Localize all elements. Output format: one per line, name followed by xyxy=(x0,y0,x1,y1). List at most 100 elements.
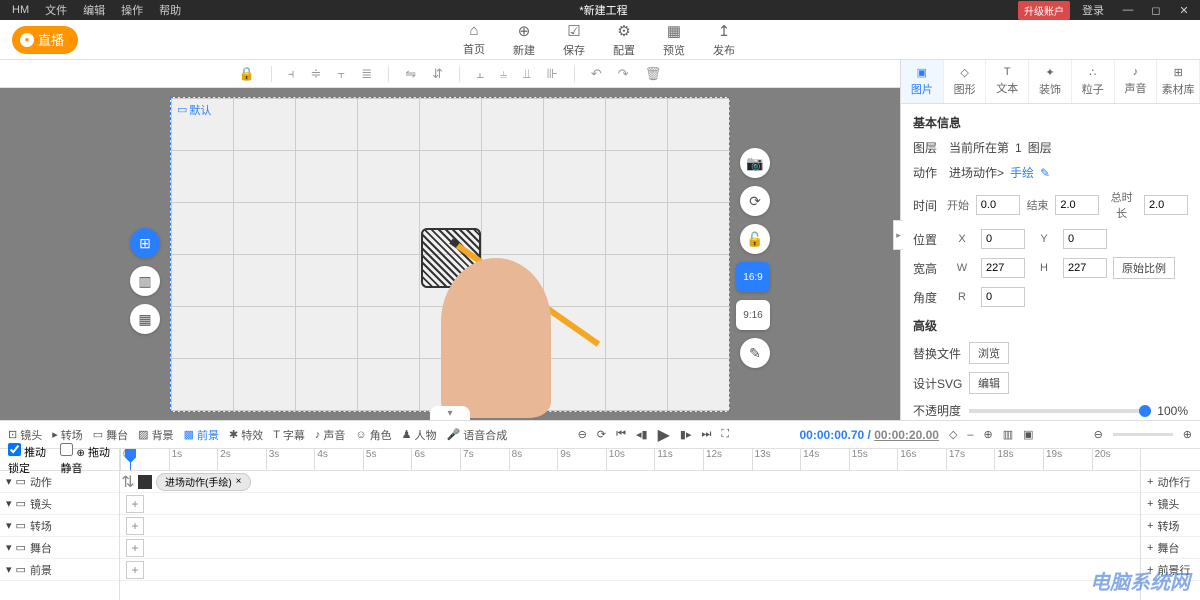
minimize-icon[interactable]: — xyxy=(1116,4,1140,16)
maximize-icon[interactable]: ◻ xyxy=(1144,4,1168,17)
edit-svg-button[interactable]: 编辑 xyxy=(969,372,1009,394)
align-middle-icon[interactable]: ⫨ xyxy=(500,66,507,82)
tl-tab-特效[interactable]: ✱特效 xyxy=(229,427,263,443)
add-track-4[interactable]: +前景行 xyxy=(1141,559,1200,581)
track-camera[interactable]: + xyxy=(120,493,1140,515)
main-tool-5[interactable]: ↥发布 xyxy=(713,22,735,58)
flip-h-icon[interactable]: ⇋ xyxy=(405,66,416,82)
tl-tab-镜头[interactable]: ⊡镜头 xyxy=(8,427,42,443)
track-label-2[interactable]: ▾▭转场 xyxy=(0,515,119,537)
main-tool-0[interactable]: ⌂首页 xyxy=(463,22,485,58)
layout-button[interactable]: ▥ xyxy=(130,266,160,296)
insp-tab-素材库[interactable]: ⊞素材库 xyxy=(1157,60,1200,103)
insp-tab-声音[interactable]: ♪声音 xyxy=(1115,60,1158,103)
lock-button[interactable]: 🔓 xyxy=(740,224,770,254)
align-right-icon[interactable]: ⫟ xyxy=(337,66,345,82)
zoom-slider[interactable] xyxy=(1113,433,1173,436)
insp-tab-图形[interactable]: ◇图形 xyxy=(944,60,987,103)
login-button[interactable]: 登录 xyxy=(1074,2,1112,18)
flip-v-icon[interactable]: ⇵ xyxy=(432,66,443,82)
track-handle-icon[interactable]: ⇅ xyxy=(120,472,136,492)
add-track-1[interactable]: +镜头 xyxy=(1141,493,1200,515)
menu-help[interactable]: 帮助 xyxy=(151,2,189,18)
edit-action-icon[interactable]: ✎ xyxy=(1040,166,1050,180)
skip-end-icon[interactable]: ⏭ xyxy=(701,428,711,441)
main-tool-2[interactable]: ☑保存 xyxy=(563,22,585,58)
aspect-9-16-button[interactable]: 9:16 xyxy=(736,300,770,330)
track-label-3[interactable]: ▾▭舞台 xyxy=(0,537,119,559)
rotate-button[interactable]: ⟳ xyxy=(740,186,770,216)
camera-button[interactable]: 📷 xyxy=(740,148,770,178)
zoom-out-icon[interactable]: ⊖ xyxy=(1094,428,1103,441)
timeline-ruler[interactable]: 0s1s2s3s4s5s6s7s8s9s10s11s12s13s14s15s16… xyxy=(120,449,1140,471)
track-foreground[interactable]: + xyxy=(120,559,1140,581)
undo-icon[interactable]: ↶ xyxy=(591,66,602,82)
align-center-h-icon[interactable]: ≑ xyxy=(310,66,321,82)
add-clip-button[interactable]: + xyxy=(126,495,144,513)
menu-file[interactable]: 文件 xyxy=(37,2,75,18)
reset-size-button[interactable]: 原始比例 xyxy=(1113,257,1175,279)
lock-icon[interactable]: 🔒 xyxy=(239,66,255,82)
browse-button[interactable]: 浏览 xyxy=(969,342,1009,364)
export-icon[interactable]: ▣ xyxy=(1023,428,1033,441)
collapse-handle[interactable]: ▾ xyxy=(430,406,470,420)
canvas-workspace[interactable]: ▭ 默认 ⊞ ▥ ▦ 📷 ⟳ 🔓 16:9 9:16 ✎ ▾ xyxy=(0,88,900,420)
distribute-icon[interactable]: ⊪ xyxy=(547,66,558,82)
opacity-slider[interactable] xyxy=(969,409,1151,413)
pos-x-input[interactable] xyxy=(981,229,1025,249)
tl-tab-字幕[interactable]: T字幕 xyxy=(273,427,305,443)
insp-tab-图片[interactable]: ▣图片 xyxy=(901,60,944,103)
upgrade-button[interactable]: 升级账户 xyxy=(1018,1,1070,20)
insp-tab-文本[interactable]: T文本 xyxy=(986,60,1029,103)
main-tool-4[interactable]: ▦预览 xyxy=(663,22,685,58)
redo-icon[interactable]: ↷ xyxy=(618,66,629,82)
track-label-1[interactable]: ▾▭镜头 xyxy=(0,493,119,515)
marker-icon[interactable]: ◇ xyxy=(949,428,957,441)
fullscreen-icon[interactable]: ⛶ xyxy=(721,428,729,441)
template-button[interactable]: ▦ xyxy=(130,304,160,334)
track-stage[interactable]: + xyxy=(120,537,1140,559)
drag-mute-checkbox[interactable]: ⊕ 拖动静音 xyxy=(60,443,111,476)
track-label-4[interactable]: ▾▭前景 xyxy=(0,559,119,581)
add-track-0[interactable]: +动作行 xyxy=(1141,471,1200,493)
time-start-input[interactable] xyxy=(976,195,1020,215)
tl-tab-声音[interactable]: ♪声音 xyxy=(315,427,346,443)
lock-scroll-checkbox[interactable]: 推动锁定 xyxy=(8,443,50,476)
timeline-clip[interactable]: 进场动作(手绘) × xyxy=(156,473,251,491)
add-clip-button[interactable]: + xyxy=(126,539,144,557)
aspect-16-9-button[interactable]: 16:9 xyxy=(736,262,770,292)
width-input[interactable] xyxy=(981,258,1025,278)
main-tool-3[interactable]: ⚙配置 xyxy=(613,22,635,58)
zoom-in-icon[interactable]: ⊕ xyxy=(1183,428,1192,441)
add-track-3[interactable]: +舞台 xyxy=(1141,537,1200,559)
angle-input[interactable] xyxy=(981,287,1025,307)
grid-toggle-button[interactable]: ⊞ xyxy=(130,228,160,258)
add-track-2[interactable]: +转场 xyxy=(1141,515,1200,537)
insp-tab-装饰[interactable]: ✦装饰 xyxy=(1029,60,1072,103)
insp-tab-粒子[interactable]: ∴粒子 xyxy=(1072,60,1115,103)
align-top-icon[interactable]: ⫠ xyxy=(476,66,484,82)
add-clip-button[interactable]: + xyxy=(126,517,144,535)
add-marker-icon[interactable]: ⊕ xyxy=(984,428,993,441)
panel-collapse-button[interactable]: ▸ xyxy=(893,220,903,250)
align-bottom-icon[interactable]: ⫫ xyxy=(523,66,530,82)
tl-tab-转场[interactable]: ▸转场 xyxy=(52,427,83,443)
time-total-input[interactable] xyxy=(1144,195,1188,215)
close-icon[interactable]: ✕ xyxy=(1172,4,1196,17)
tl-tab-背景[interactable]: ▨背景 xyxy=(138,427,173,443)
step-fwd-icon[interactable]: ▮▸ xyxy=(680,428,692,441)
menu-edit[interactable]: 编辑 xyxy=(75,2,113,18)
menu-operate[interactable]: 操作 xyxy=(113,2,151,18)
align-justify-icon[interactable]: ≣ xyxy=(361,66,372,82)
playhead[interactable] xyxy=(130,449,131,470)
time-end-input[interactable] xyxy=(1055,195,1099,215)
stage[interactable]: ▭ 默认 xyxy=(170,97,730,412)
height-input[interactable] xyxy=(1063,258,1107,278)
live-button[interactable]: ● 直播 xyxy=(12,26,78,54)
add-clip-button[interactable]: + xyxy=(126,561,144,579)
edit-pencil-button[interactable]: ✎ xyxy=(740,338,770,368)
tl-tab-前景[interactable]: ▩前景 xyxy=(184,427,219,443)
track-action[interactable]: ⇅ 进场动作(手绘) × xyxy=(120,471,1140,493)
track-transition[interactable]: + xyxy=(120,515,1140,537)
zoom-out-list-icon[interactable]: ▥ xyxy=(1003,428,1013,441)
